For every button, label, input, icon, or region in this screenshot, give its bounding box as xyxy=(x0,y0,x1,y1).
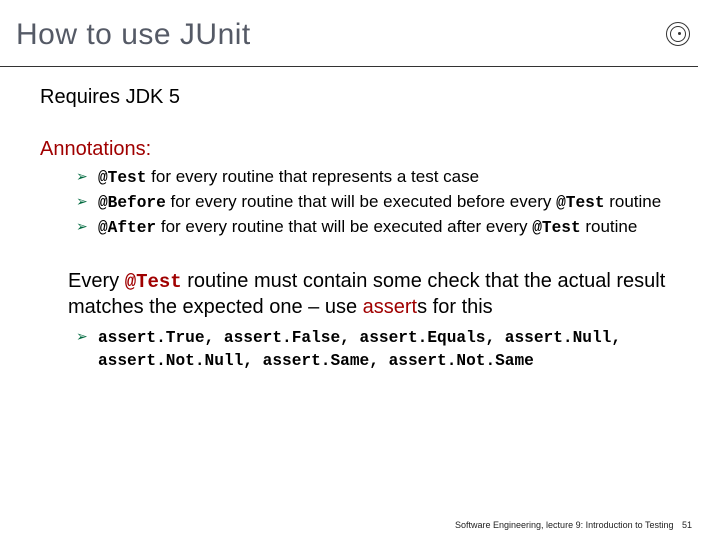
assert-list: assert.True, assert.False, assert.Equals… xyxy=(40,326,680,372)
slide-logo xyxy=(666,22,690,46)
code-annotation: @Test xyxy=(125,271,182,293)
body-paragraph: Every @Test routine must contain some ch… xyxy=(40,269,680,320)
code-annotation: @Test xyxy=(532,219,580,237)
slide-footer: Software Engineering, lecture 9: Introdu… xyxy=(455,520,692,530)
code-annotation: @Test xyxy=(556,194,604,212)
requires-line: Requires JDK 5 xyxy=(40,85,680,111)
list-item: @Test for every routine that represents … xyxy=(98,166,680,189)
code-annotation: @Test xyxy=(98,169,146,187)
annotations-heading: Annotations: xyxy=(40,137,680,163)
annotations-list: @Test for every routine that represents … xyxy=(40,166,680,239)
slide-content: Requires JDK 5 Annotations: @Test for ev… xyxy=(0,67,720,372)
code-annotation: @After xyxy=(98,219,156,237)
code-annotation: @Before xyxy=(98,194,166,212)
list-item: @Before for every routine that will be e… xyxy=(98,191,680,214)
page-number: 51 xyxy=(682,520,692,530)
slide-title: How to use JUnit xyxy=(0,0,698,67)
list-item: assert.True, assert.False, assert.Equals… xyxy=(98,326,680,372)
list-item: @After for every routine that will be ex… xyxy=(98,216,680,239)
